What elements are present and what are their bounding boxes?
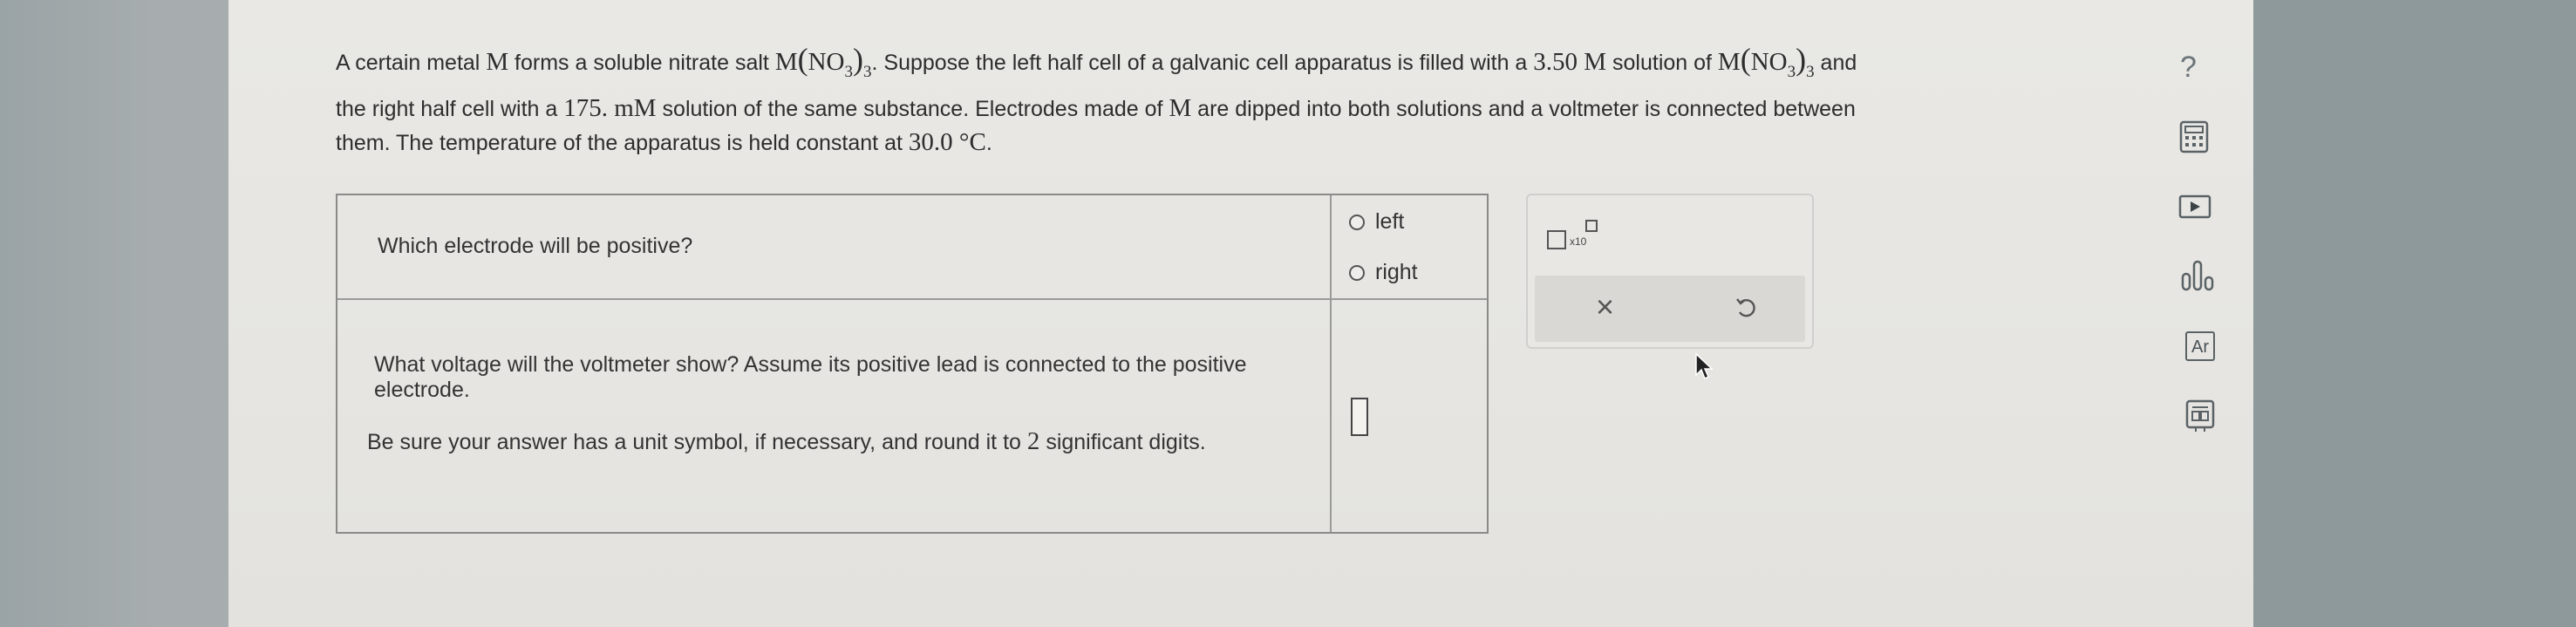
radio-label-right: right: [1375, 260, 1418, 284]
chart-icon[interactable]: [2180, 258, 2215, 293]
reference-icon[interactable]: [2185, 399, 2215, 433]
calculator-icon[interactable]: [2178, 120, 2210, 153]
salt-formula: M(NO3)3: [774, 42, 872, 81]
radio-label-left: left: [1375, 209, 1405, 234]
radio-button-right[interactable]: [1349, 264, 1365, 281]
periodic-table-icon[interactable]: Ar: [2185, 331, 2215, 361]
problem-line-1: A certain metal M forms a soluble nitrat…: [336, 42, 1857, 81]
sci-mantissa-box: [1547, 230, 1566, 249]
scientific-notation-button[interactable]: x10: [1547, 220, 1599, 255]
question-row-voltage: What voltage will the voltmeter show? As…: [337, 300, 1487, 534]
backdrop: [2253, 0, 2576, 627]
voltage-answer-input[interactable]: [1351, 398, 1368, 436]
undo-icon[interactable]: [1734, 295, 1760, 321]
radio-button-left[interactable]: [1349, 214, 1365, 230]
video-icon[interactable]: [2178, 194, 2211, 220]
radio-option-left[interactable]: left: [1349, 209, 1404, 235]
problem-line-3: them. The temperature of the apparatus i…: [336, 128, 992, 156]
salt-formula-2: M(NO3)3: [1717, 42, 1815, 81]
help-icon[interactable]: ?: [2180, 51, 2197, 85]
question-row-electrode: Which electrode will be positive? left r…: [337, 195, 1487, 300]
mouse-cursor-icon: [1695, 352, 1714, 380]
clear-button[interactable]: ×: [1596, 291, 1614, 323]
column-divider: [1330, 195, 1332, 532]
radio-option-right[interactable]: right: [1349, 260, 1418, 285]
answer-toolbar: x10 ×: [1526, 194, 1814, 349]
sci-x10-label: x10: [1570, 235, 1587, 248]
question-voltage-text: What voltage will the voltmeter show? As…: [367, 352, 1247, 455]
question-electrode-text: Which electrode will be positive?: [378, 234, 693, 258]
question-table: Which electrode will be positive? left r…: [336, 194, 1489, 534]
sci-exponent-box: [1585, 220, 1598, 232]
toolbar-actions: ×: [1535, 276, 1805, 342]
